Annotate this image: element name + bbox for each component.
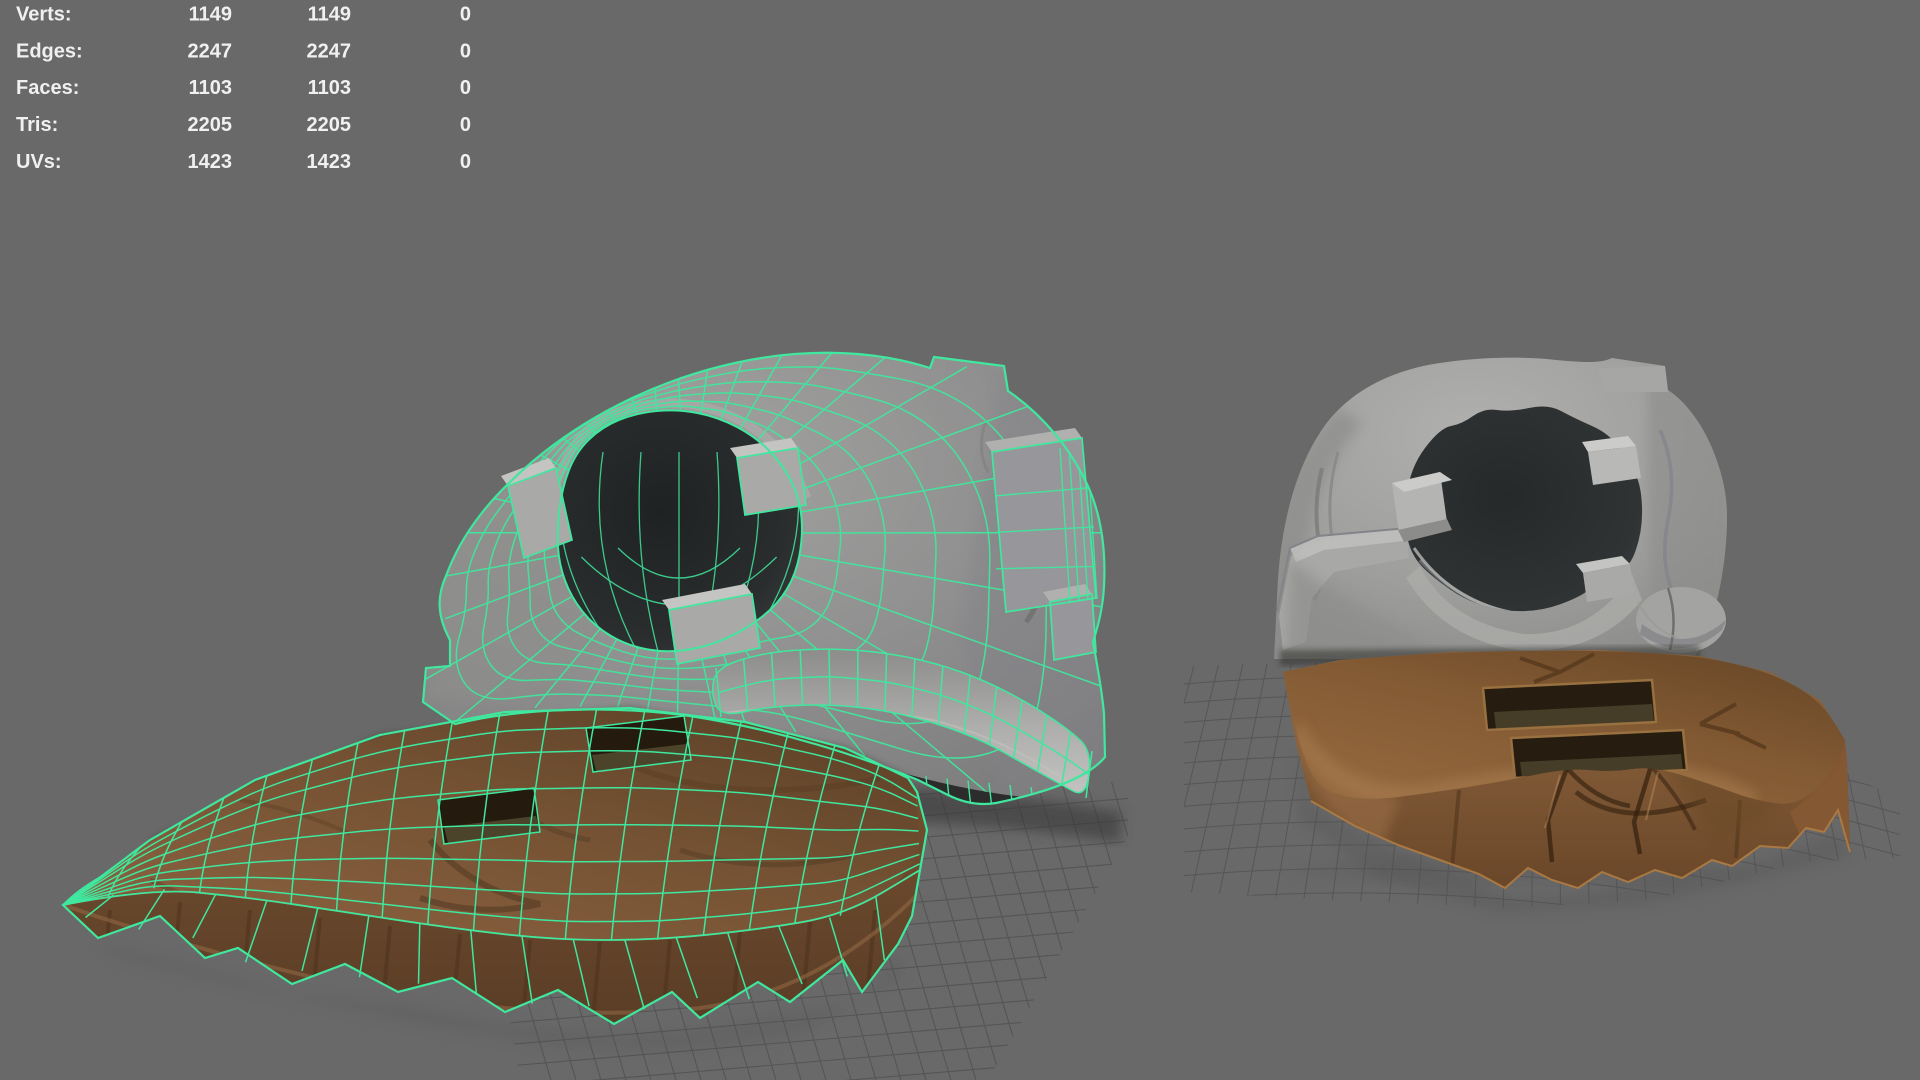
svg-text:0: 0 <box>460 77 471 99</box>
svg-text:0: 0 <box>460 151 471 173</box>
svg-text:0: 0 <box>460 41 471 63</box>
svg-text:1103: 1103 <box>308 77 351 99</box>
svg-text:0: 0 <box>460 114 471 136</box>
svg-text:2205: 2205 <box>188 114 233 136</box>
svg-text:UVs:: UVs: <box>16 151 62 173</box>
svg-text:1149: 1149 <box>189 4 232 26</box>
svg-text:Edges:: Edges: <box>16 41 83 63</box>
svg-text:1103: 1103 <box>189 77 232 99</box>
svg-text:2205: 2205 <box>307 114 352 136</box>
svg-text:2247: 2247 <box>188 41 233 63</box>
svg-text:1423: 1423 <box>188 151 233 173</box>
svg-text:2247: 2247 <box>307 41 352 63</box>
svg-text:0: 0 <box>460 4 471 26</box>
svg-text:Verts:: Verts: <box>16 4 72 26</box>
svg-text:1149: 1149 <box>308 4 351 26</box>
svg-text:1423: 1423 <box>307 151 352 173</box>
svg-text:Tris:: Tris: <box>16 114 58 136</box>
svg-text:Faces:: Faces: <box>16 77 79 99</box>
